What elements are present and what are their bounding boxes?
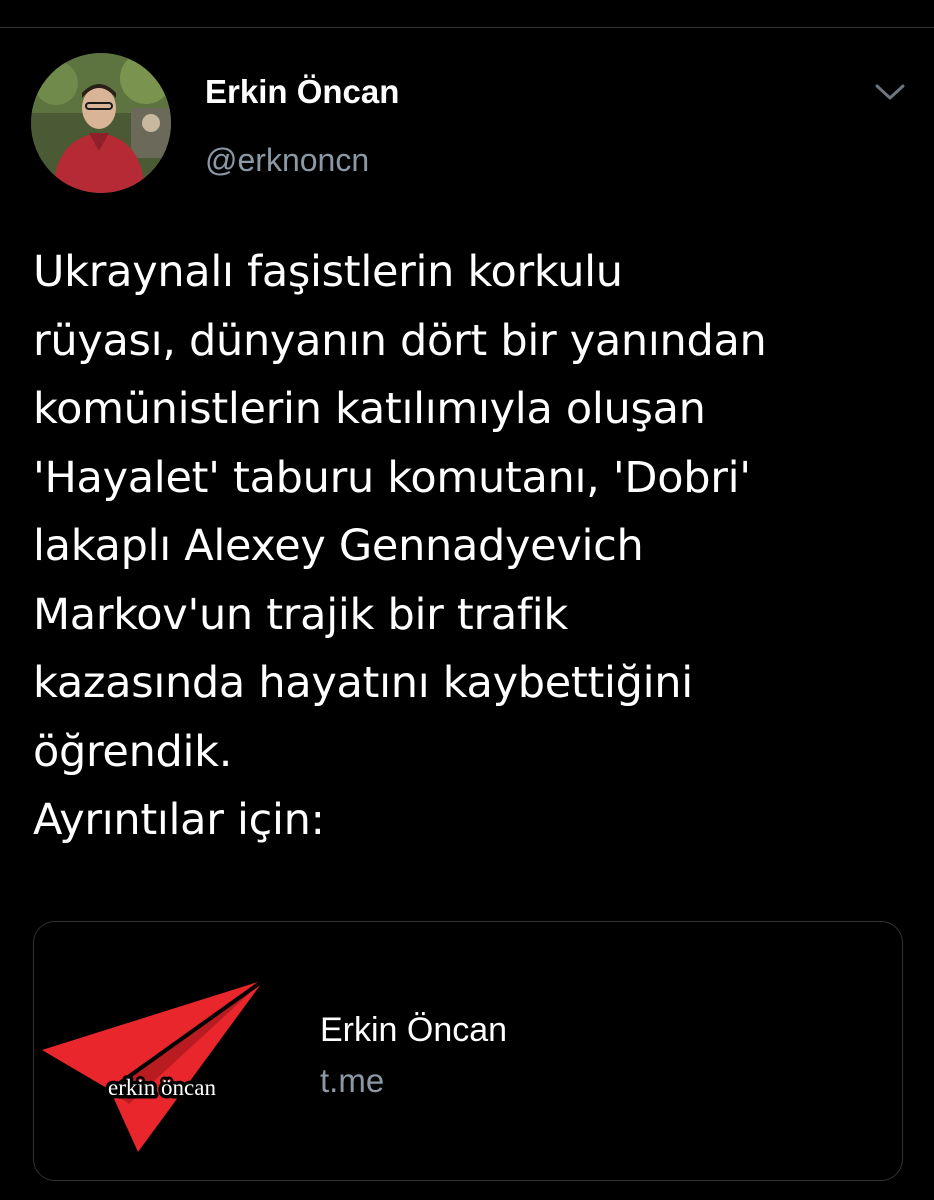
- tweet-line: öğrendik.: [33, 726, 233, 777]
- tweet-line: kazasında hayatını kaybettiğini: [33, 658, 693, 708]
- paper-plane-logo: erkin öncan erkin öncan: [34, 922, 291, 1180]
- tweet-line: Ayrıntılar için:: [33, 795, 325, 845]
- link-card-thumbnail: erkin öncan erkin öncan: [34, 922, 291, 1180]
- link-card-title: Erkin Öncan: [320, 1011, 508, 1049]
- link-card-domain: t.me: [320, 1062, 385, 1099]
- link-card[interactable]: erkin öncan erkin öncan Erkin Öncan t.me: [33, 921, 903, 1181]
- avatar-photo: [31, 53, 171, 193]
- avatar[interactable]: [31, 53, 171, 193]
- author-handle[interactable]: @erknoncn: [205, 140, 369, 180]
- tweet-line: rüyası, dünyanın dört bir yanından: [33, 315, 767, 366]
- tweet-text: Ukraynalı faşistlerin korkulu rüyası, dü…: [33, 238, 913, 855]
- tweet-line: Ukraynalı faşistlerin korkulu: [33, 247, 623, 297]
- chevron-down-icon[interactable]: [870, 76, 910, 108]
- top-divider: [0, 0, 934, 28]
- tweet-line: lakaplı Alexey Gennadyevich: [33, 521, 644, 571]
- tweet-line: komünistlerin katılımıyla oluşan: [33, 384, 706, 434]
- tweet-line: 'Hayalet' taburu komutanı, 'Dobri': [33, 452, 751, 503]
- author-name[interactable]: Erkin Öncan: [205, 72, 399, 112]
- logo-caption: erkin öncan: [108, 1075, 216, 1100]
- tweet-line: Markov'un trajik bir trafik: [33, 589, 568, 640]
